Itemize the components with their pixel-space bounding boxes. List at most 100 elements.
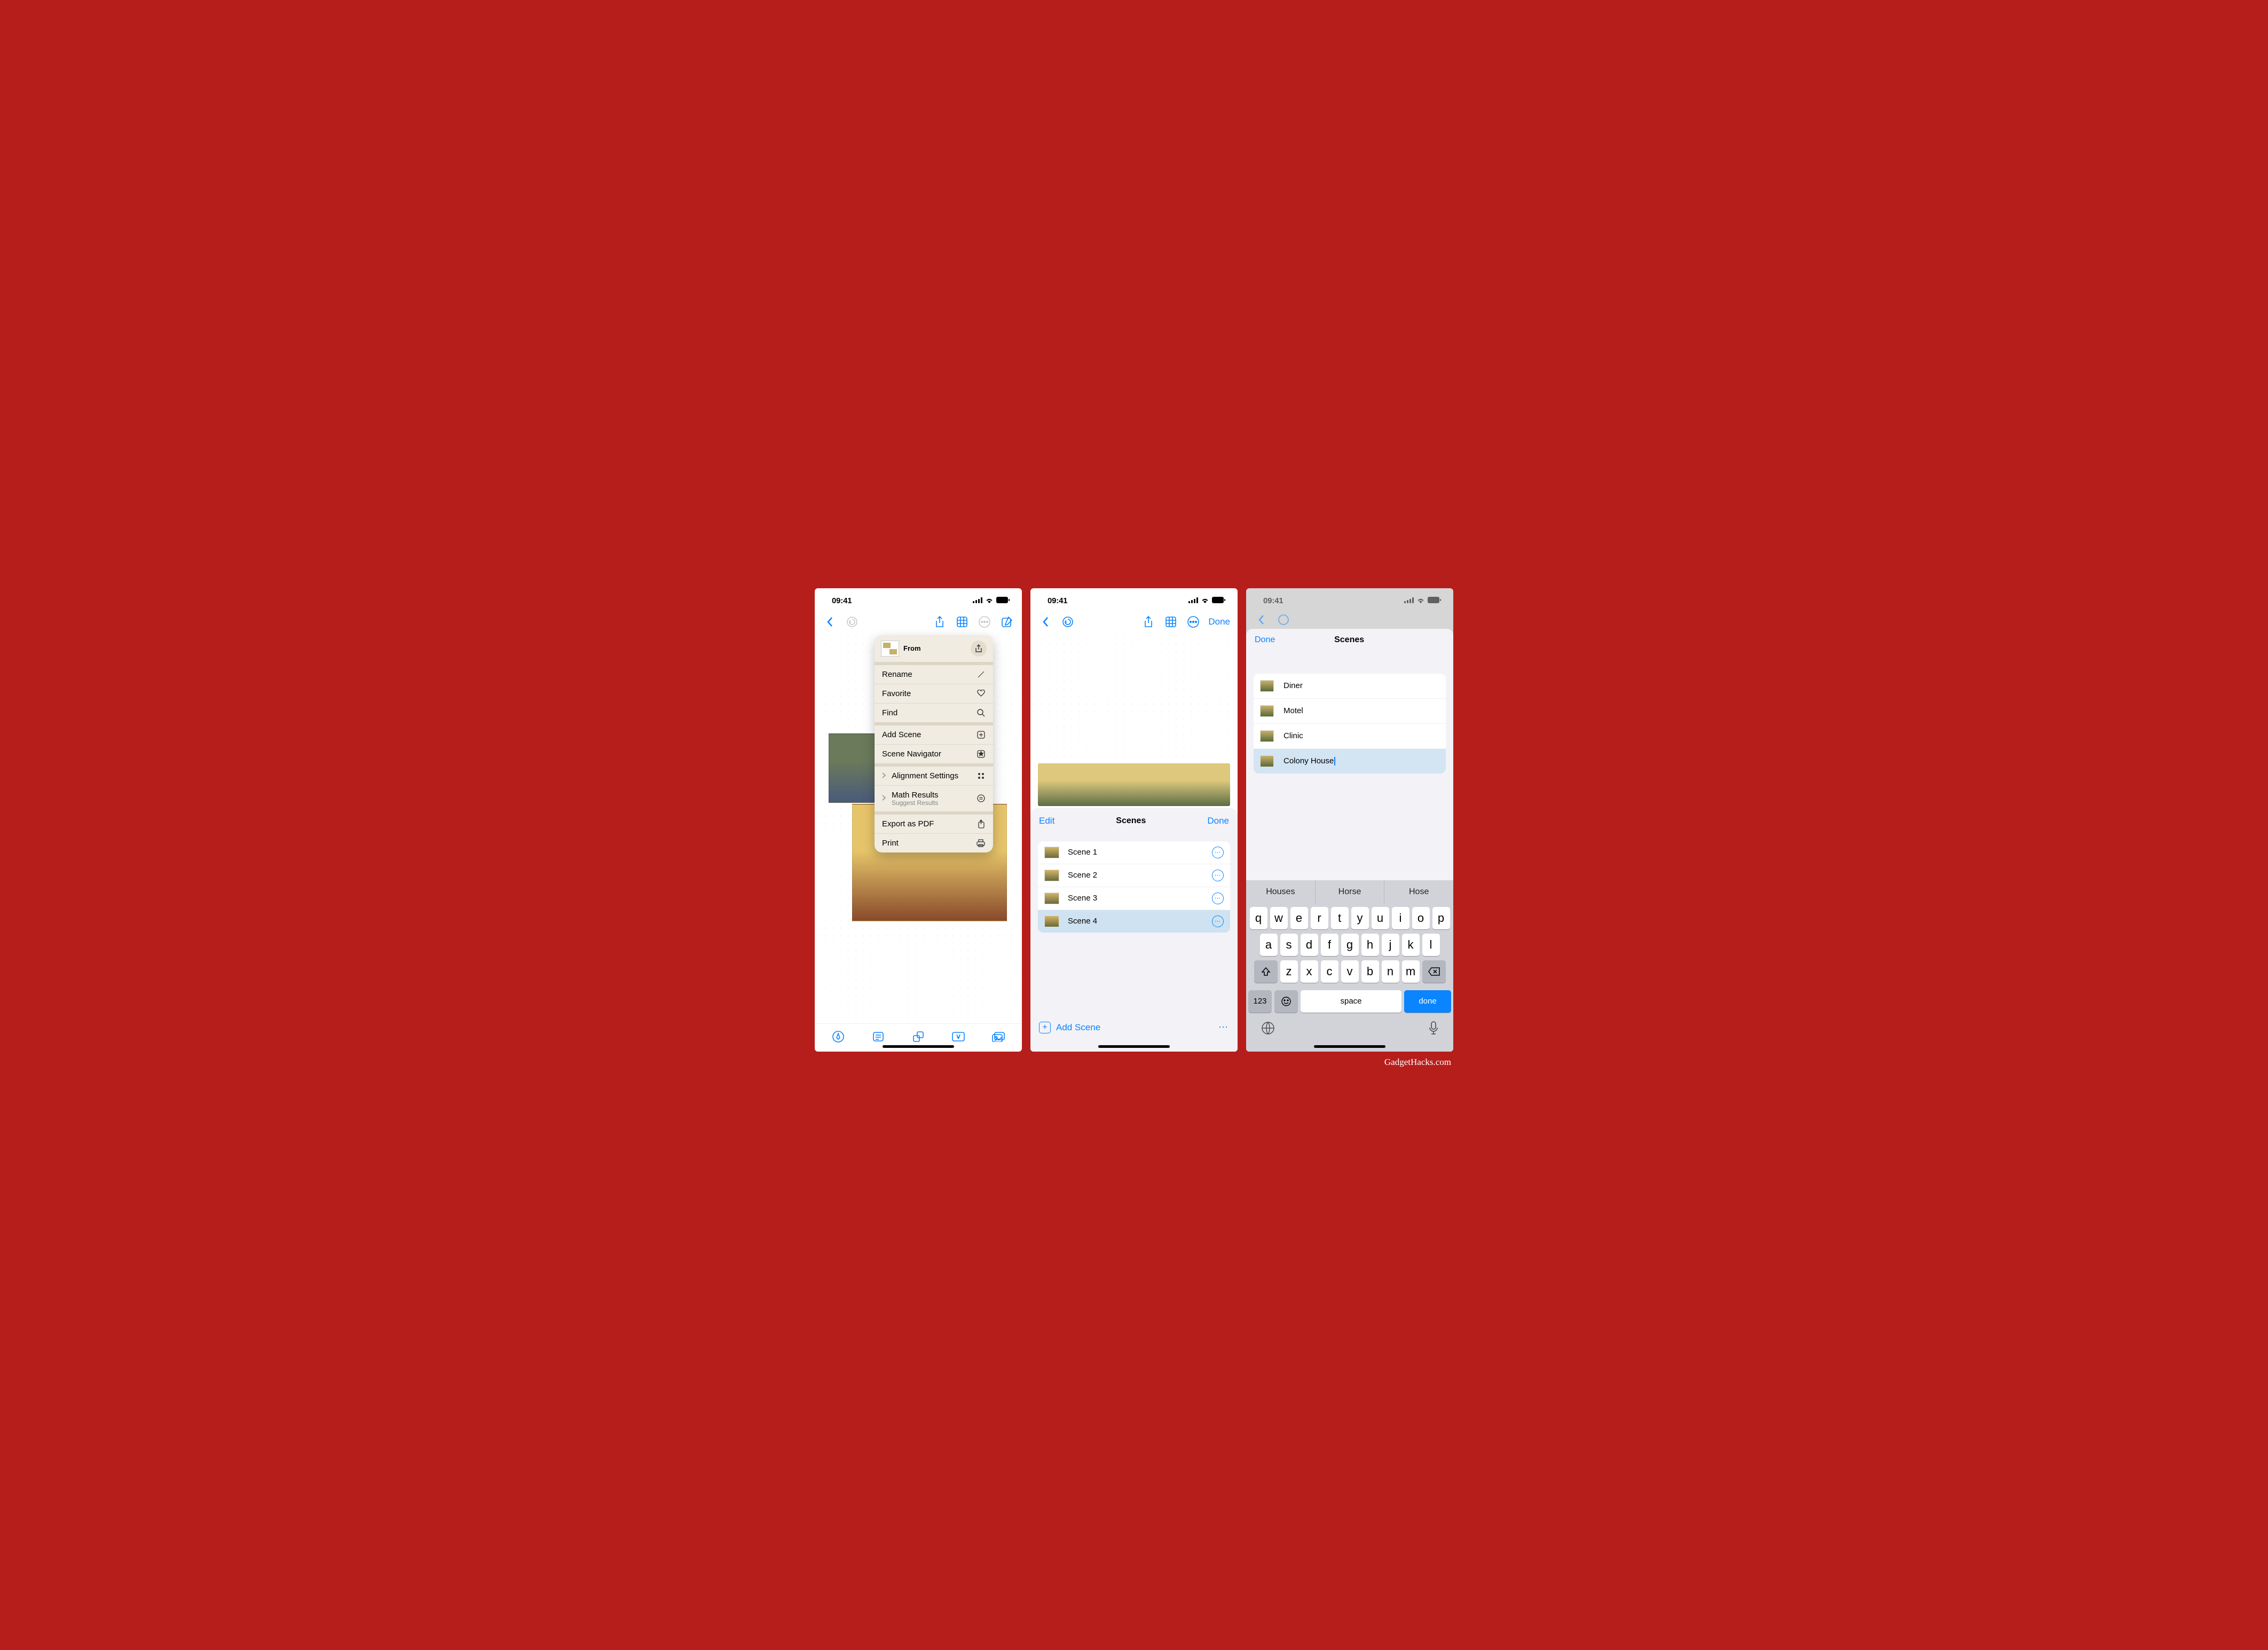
wifi-icon <box>1201 596 1209 606</box>
globe-icon[interactable] <box>1261 1021 1275 1038</box>
key-x[interactable]: x <box>1301 960 1318 983</box>
key-j[interactable]: j <box>1382 934 1399 956</box>
scene-row[interactable]: Motel <box>1254 698 1446 723</box>
watermark: GadgetHacks.com <box>1384 1057 1451 1068</box>
phone-screen-2: 09:41 Done Edit Scenes Done <box>1030 588 1238 1052</box>
key-l[interactable]: l <box>1422 934 1440 956</box>
share-button[interactable] <box>1141 614 1156 629</box>
phone-screen-1: 09:41 From <box>815 588 1022 1052</box>
scene-row-editing[interactable]: Colony House <box>1254 748 1446 773</box>
key-k[interactable]: k <box>1402 934 1420 956</box>
mic-icon[interactable] <box>1429 1021 1438 1038</box>
add-scene-button[interactable]: + Add Scene <box>1039 1022 1100 1033</box>
scene-more-button[interactable]: ⋯ <box>1212 847 1224 858</box>
grid-button[interactable] <box>1163 614 1178 629</box>
back-button[interactable] <box>1038 614 1053 629</box>
canvas-image-small[interactable] <box>829 733 875 803</box>
scene-more-button[interactable]: ⋯ <box>1212 893 1224 904</box>
scene-name: Scene 2 <box>1068 871 1212 880</box>
menu-item-favorite[interactable]: Favorite <box>875 684 993 703</box>
scene-row-selected[interactable]: Scene 4 ⋯ <box>1038 910 1230 933</box>
edit-button[interactable]: Edit <box>1039 816 1054 826</box>
key-c[interactable]: c <box>1321 960 1338 983</box>
scene-row[interactable]: Scene 1 ⋯ <box>1038 841 1230 864</box>
suggestion[interactable]: Houses <box>1246 880 1315 904</box>
done-button[interactable]: Done <box>1208 617 1230 627</box>
menu-item-add-scene[interactable]: Add Scene <box>875 725 993 744</box>
key-shift[interactable] <box>1254 960 1278 983</box>
scene-name-input[interactable]: Colony House <box>1283 756 1335 765</box>
undo-button[interactable] <box>845 614 860 629</box>
pen-tool-button[interactable] <box>831 1029 846 1044</box>
menu-item-print[interactable]: Print <box>875 833 993 852</box>
key-s[interactable]: s <box>1280 934 1298 956</box>
shapes-tool-button[interactable] <box>911 1029 926 1044</box>
back-button[interactable] <box>822 614 837 629</box>
menu-item-export-pdf[interactable]: Export as PDF <box>875 815 993 833</box>
star-square-icon <box>976 750 986 758</box>
note-tool-button[interactable] <box>871 1029 886 1044</box>
signal-icon <box>973 596 982 606</box>
menu-item-scene-navigator[interactable]: Scene Navigator <box>875 744 993 763</box>
key-e[interactable]: e <box>1290 907 1308 929</box>
scene-list: Diner Motel Clinic Colony House <box>1254 674 1446 773</box>
key-backspace[interactable] <box>1422 960 1446 983</box>
status-icons <box>1188 596 1226 606</box>
key-a[interactable]: a <box>1260 934 1278 956</box>
key-emoji[interactable] <box>1274 990 1298 1013</box>
media-tool-button[interactable] <box>991 1029 1006 1044</box>
undo-button[interactable] <box>1060 614 1075 629</box>
text-tool-button[interactable] <box>951 1029 966 1044</box>
sheet-done-button[interactable]: Done <box>1207 816 1229 826</box>
grid-button[interactable] <box>955 614 970 629</box>
menu-item-find[interactable]: Find <box>875 703 993 722</box>
key-v[interactable]: v <box>1341 960 1359 983</box>
menu-item-math[interactable]: Math Results Suggest Results <box>875 785 993 811</box>
scene-row[interactable]: Clinic <box>1254 723 1446 748</box>
menu-item-rename[interactable]: Rename <box>875 665 993 684</box>
key-u[interactable]: u <box>1372 907 1389 929</box>
menu-share-button[interactable] <box>971 641 987 657</box>
grid-dots-icon <box>976 772 986 780</box>
key-t[interactable]: t <box>1331 907 1349 929</box>
key-n[interactable]: n <box>1382 960 1399 983</box>
scene-row[interactable]: Diner <box>1254 674 1446 698</box>
suggestion-bar: Houses Horse Hose <box>1246 880 1453 904</box>
suggestion[interactable]: Horse <box>1315 880 1384 904</box>
key-i[interactable]: i <box>1392 907 1409 929</box>
scene-more-button[interactable]: ⋯ <box>1212 870 1224 881</box>
key-z[interactable]: z <box>1280 960 1298 983</box>
key-r[interactable]: r <box>1311 907 1328 929</box>
key-numbers[interactable]: 123 <box>1248 990 1272 1013</box>
sheet-more-button[interactable]: ⋯ <box>1218 1022 1229 1033</box>
more-button[interactable] <box>977 614 992 629</box>
key-p[interactable]: p <box>1432 907 1450 929</box>
scene-row[interactable]: Scene 2 ⋯ <box>1038 864 1230 887</box>
nav-bar: Done <box>1030 612 1238 633</box>
suggestion[interactable]: Hose <box>1384 880 1453 904</box>
compose-button[interactable] <box>999 614 1014 629</box>
freeform-canvas[interactable]: From Rename Favorite Find <box>815 633 1022 1023</box>
more-button[interactable] <box>1186 614 1201 629</box>
canvas-image[interactable] <box>1038 763 1230 806</box>
key-q[interactable]: q <box>1250 907 1267 929</box>
key-b[interactable]: b <box>1361 960 1379 983</box>
key-g[interactable]: g <box>1341 934 1359 956</box>
key-f[interactable]: f <box>1321 934 1338 956</box>
scene-thumbnail-icon <box>1044 847 1059 858</box>
scene-thumbnail-icon <box>1044 893 1059 904</box>
key-w[interactable]: w <box>1270 907 1288 929</box>
key-d[interactable]: d <box>1301 934 1318 956</box>
scene-more-button[interactable]: ⋯ <box>1212 915 1224 927</box>
key-o[interactable]: o <box>1412 907 1430 929</box>
status-icons <box>973 596 1010 606</box>
key-space[interactable]: space <box>1301 990 1401 1013</box>
key-h[interactable]: h <box>1361 934 1379 956</box>
menu-item-alignment[interactable]: Alignment Settings <box>875 767 993 785</box>
text-cursor <box>1334 757 1335 765</box>
share-button[interactable] <box>932 614 947 629</box>
key-y[interactable]: y <box>1351 907 1369 929</box>
scene-row[interactable]: Scene 3 ⋯ <box>1038 887 1230 910</box>
key-m[interactable]: m <box>1402 960 1420 983</box>
key-done[interactable]: done <box>1404 990 1451 1013</box>
